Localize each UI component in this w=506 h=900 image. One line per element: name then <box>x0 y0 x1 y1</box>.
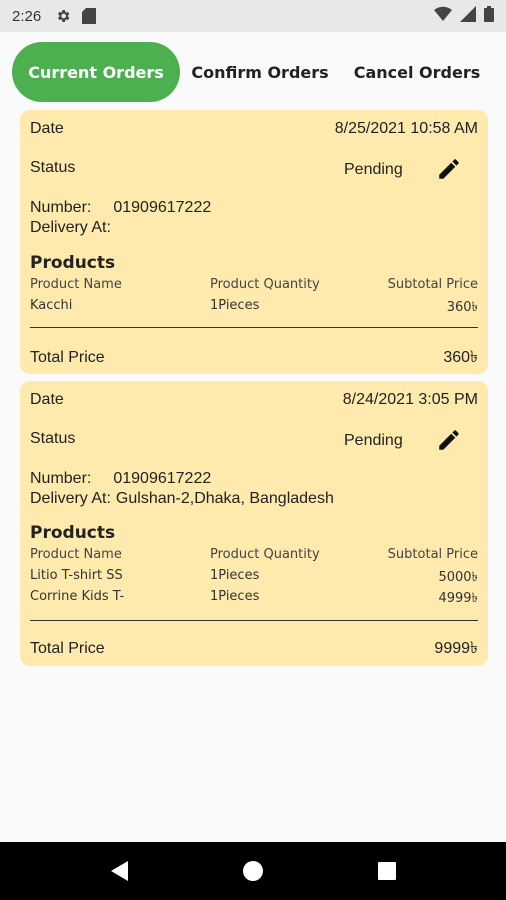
status-bar: 2:26 <box>0 0 506 32</box>
recents-icon[interactable] <box>375 859 399 883</box>
delivery-label: Delivery At: <box>30 219 111 236</box>
back-icon[interactable] <box>107 859 131 883</box>
col-product-quantity: Product Quantity <box>210 277 320 292</box>
status-value: Pending <box>344 161 403 178</box>
products-heading: Products <box>30 523 116 543</box>
number-label: Number: <box>30 199 92 216</box>
sd-card-icon <box>81 8 97 24</box>
col-product-quantity: Product Quantity <box>210 547 320 562</box>
product-subtotal: 4999৳ <box>438 591 478 606</box>
status-label: Status <box>30 159 76 176</box>
wifi-icon <box>434 6 452 26</box>
tab-confirm-orders[interactable]: Confirm Orders <box>180 42 340 102</box>
order-date: 8/24/2021 3:05 PM <box>342 391 478 408</box>
total-row: Total Price 360৳ <box>30 344 478 371</box>
status-row: Status <box>30 430 478 448</box>
gear-icon <box>55 8 71 24</box>
navigation-bar <box>0 842 506 900</box>
divider <box>30 620 478 621</box>
date-row: Date 8/25/2021 10:58 AM <box>30 120 478 138</box>
product-quantity: 1Pieces <box>210 589 260 604</box>
col-subtotal-price: Subtotal Price <box>387 277 478 292</box>
total-label: Total Price <box>30 348 105 366</box>
col-product-name: Product Name <box>30 277 122 292</box>
col-subtotal-price: Subtotal Price <box>387 547 478 562</box>
product-subtotal: 360৳ <box>446 300 478 315</box>
delivery-label: Delivery At: <box>30 490 111 507</box>
total-row: Total Price 9999৳ <box>30 635 478 662</box>
home-icon[interactable] <box>241 859 265 883</box>
edit-icon[interactable] <box>436 427 462 453</box>
divider <box>30 327 478 328</box>
tab-cancel-orders[interactable]: Cancel Orders <box>340 42 494 102</box>
date-label: Date <box>30 120 64 137</box>
tab-current-orders[interactable]: Current Orders <box>12 42 180 102</box>
delivery-row: Delivery At: <box>30 219 478 237</box>
product-subtotal: 5000৳ <box>438 570 478 585</box>
total-price: 360৳ <box>443 349 478 366</box>
phone-number: 01909617222 <box>113 199 212 216</box>
status-time: 2:26 <box>12 7 42 25</box>
number-row: Number: 01909617222 <box>30 470 478 488</box>
edit-icon[interactable] <box>436 156 462 182</box>
product-quantity: 1Pieces <box>210 568 260 583</box>
products-heading: Products <box>30 253 116 273</box>
signal-icon <box>460 6 476 26</box>
total-label: Total Price <box>30 639 105 657</box>
date-label: Date <box>30 391 64 408</box>
status-label: Status <box>30 430 76 447</box>
order-card: Date 8/25/2021 10:58 AM Status Pending N… <box>20 110 488 374</box>
order-date: 8/25/2021 10:58 AM <box>334 120 478 137</box>
product-name: Litio T-shirt SS <box>30 568 123 583</box>
product-name: Corrine Kids T- <box>30 589 125 604</box>
product-quantity: 1Pieces <box>210 298 260 313</box>
delivery-row: Delivery At: Gulshan-2,Dhaka, Bangladesh <box>30 490 478 508</box>
order-card: Date 8/24/2021 3:05 PM Status Pending Nu… <box>20 381 488 666</box>
number-label: Number: <box>30 470 92 487</box>
order-tabs: Current Orders Confirm Orders Cancel Ord… <box>12 42 494 102</box>
total-price: 9999৳ <box>434 640 478 657</box>
phone-number: 01909617222 <box>113 470 212 487</box>
date-row: Date 8/24/2021 3:05 PM <box>30 391 478 409</box>
product-name: Kacchi <box>30 298 73 313</box>
delivery-address: Gulshan-2,Dhaka, Bangladesh <box>115 490 334 507</box>
number-row: Number: 01909617222 <box>30 199 478 217</box>
status-row: Status <box>30 159 478 177</box>
col-product-name: Product Name <box>30 547 122 562</box>
status-value: Pending <box>344 432 403 449</box>
battery-icon <box>484 6 494 26</box>
